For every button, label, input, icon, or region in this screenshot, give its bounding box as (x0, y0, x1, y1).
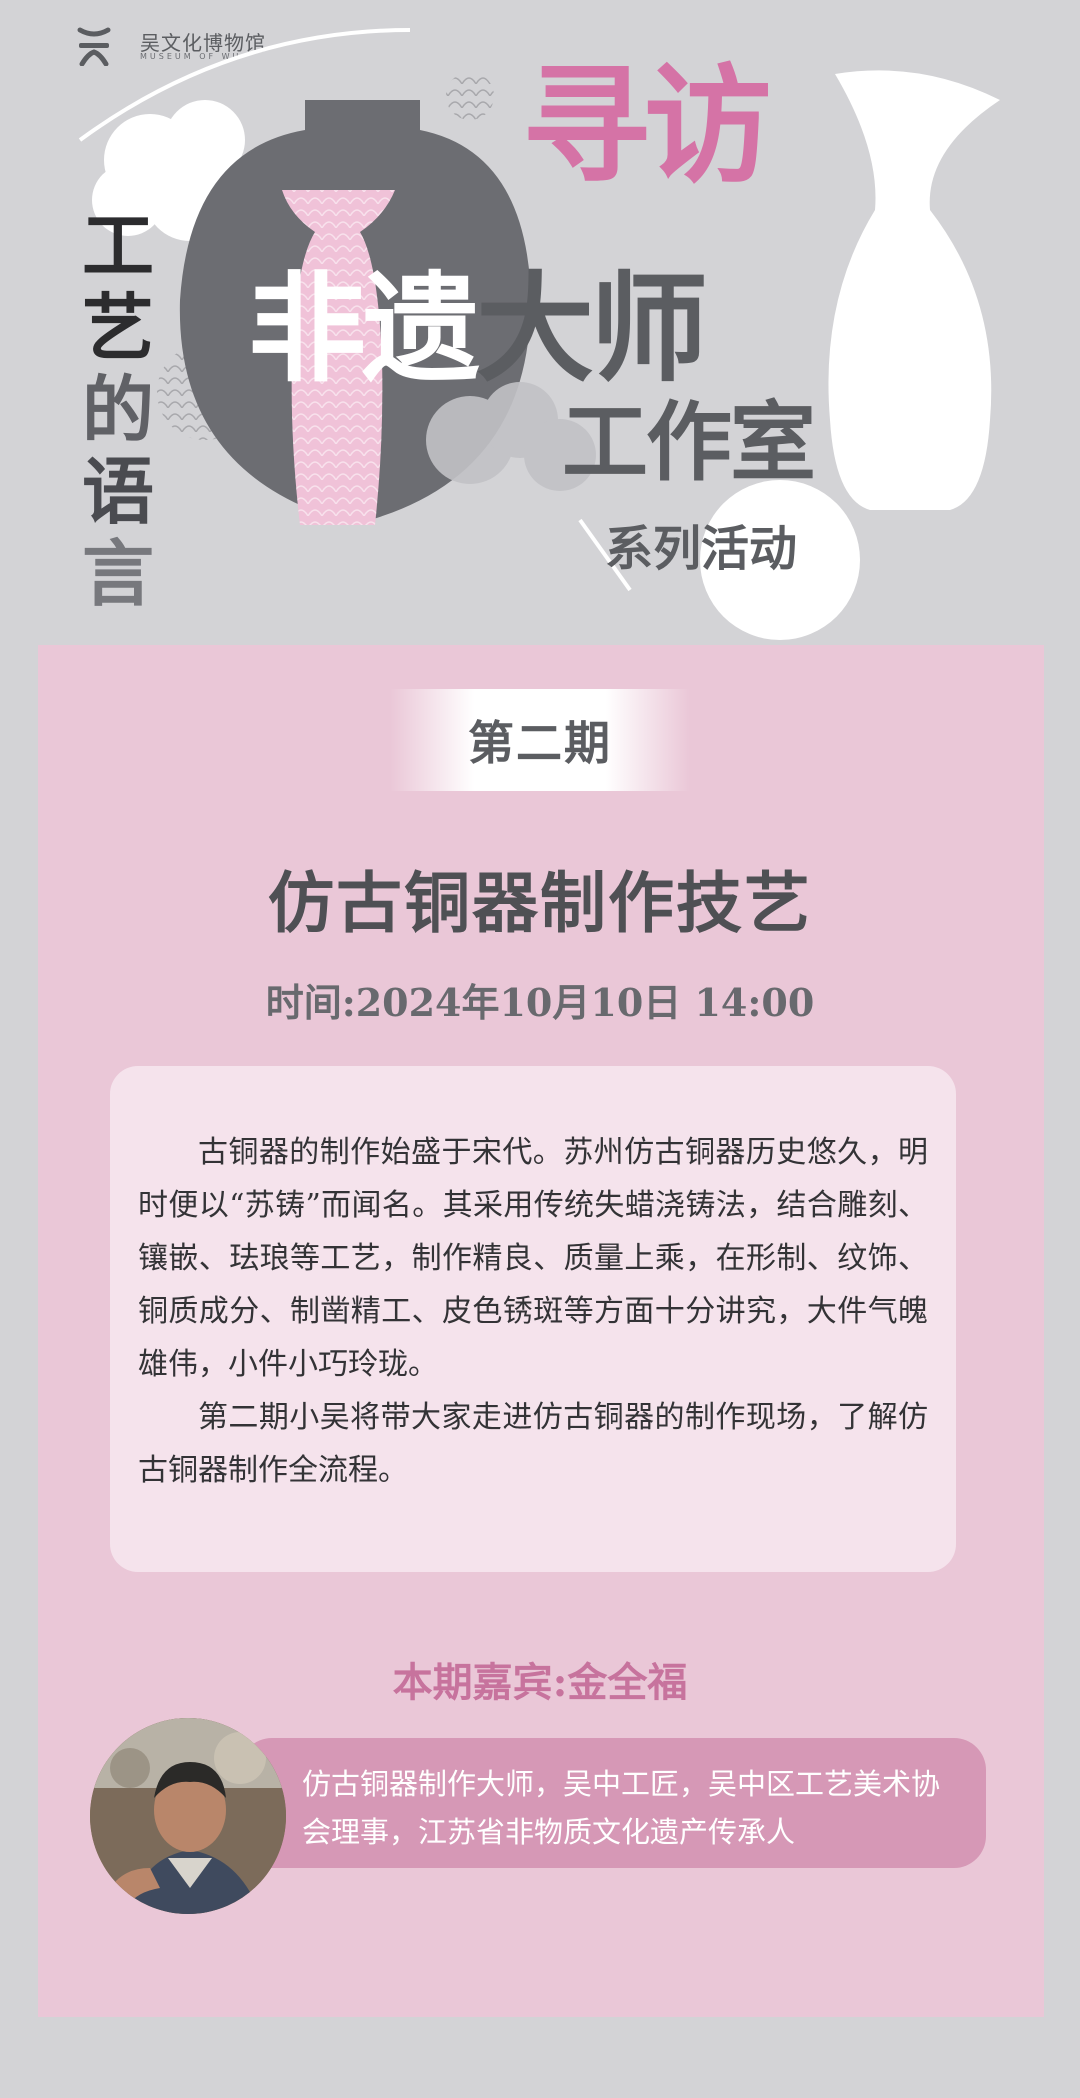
title-dashi: 大师 (476, 259, 708, 398)
title-studio: 工作室 (562, 392, 816, 493)
vertical-title-char: 语 (81, 449, 154, 534)
guest-label: 本期嘉宾:金全福 (392, 1659, 688, 1706)
vertical-title-char: 工 (81, 203, 154, 288)
title-feiyi: 非遗 (248, 259, 480, 398)
title-xunfang: 寻访 (522, 51, 772, 201)
description-paragraph: 古铜器的制作始盛于宋代。苏州仿古铜器历史悠久，明时便以“苏铸”而闻名。其采用传统… (138, 1135, 928, 1382)
title-series: 系列活动 (605, 521, 798, 577)
guest-portrait-icon (90, 1718, 286, 1914)
vertical-title-char: 艺 (81, 285, 154, 370)
guest-bio: 仿古铜器制作大师，吴中工匠，吴中区工艺美术协会理事，江苏省非物质文化遗产传承人 (302, 1767, 941, 1849)
guest-avatar (90, 1718, 286, 1914)
vertical-title-char: 的 (81, 367, 154, 452)
white-vase-icon (828, 70, 1000, 511)
issue-badge: 第二期 (390, 689, 690, 791)
issue-label: 第二期 (468, 716, 612, 770)
event-time: 时间:2024年10月10日 14:00 (265, 980, 815, 1025)
description-text: 古铜器的制作始盛于宋代。苏州仿古铜器历史悠久，明时便以“苏铸”而闻名。其采用传统… (138, 1126, 928, 1497)
vertical-title-char: 言 (81, 531, 154, 616)
description-paragraph: 第二期小吴将带大家走进仿古铜器的制作现场，了解仿古铜器制作全流程。 (138, 1400, 928, 1488)
title-feiyi-dashi: 非遗大师 (248, 270, 708, 388)
event-title: 仿古铜器制作技艺 (268, 864, 812, 942)
vertical-title: 工 艺 的 语 言 (78, 205, 158, 615)
